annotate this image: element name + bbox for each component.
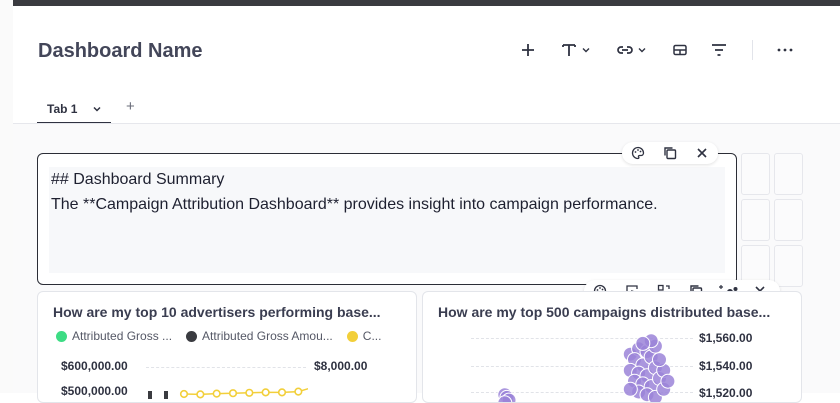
scatter-point[interactable] bbox=[652, 352, 667, 368]
more-icon bbox=[777, 48, 793, 52]
duplicate-button[interactable] bbox=[654, 146, 686, 160]
section-icon bbox=[673, 44, 687, 56]
legend-item[interactable]: Attributed Gross Amou... bbox=[186, 329, 333, 343]
plus-icon bbox=[522, 44, 534, 56]
tab-label: Tab 1 bbox=[47, 102, 78, 116]
close-icon bbox=[697, 148, 707, 158]
legend-item[interactable]: C... bbox=[346, 329, 382, 343]
bar-mark bbox=[164, 391, 168, 399]
style-button[interactable] bbox=[622, 146, 654, 160]
line-point[interactable] bbox=[294, 387, 303, 396]
legend-label: C... bbox=[362, 329, 382, 343]
tab-1[interactable]: Tab 1 bbox=[37, 96, 111, 124]
legend-label: Attributed Gross Amou... bbox=[202, 329, 333, 343]
markdown-heading: ## Dashboard Summary bbox=[51, 171, 225, 188]
palette-icon bbox=[631, 146, 645, 160]
legend-dot bbox=[56, 330, 67, 342]
y-tick-label: $600,000.00 bbox=[61, 359, 128, 373]
text-button[interactable] bbox=[561, 37, 592, 63]
grid-placeholder bbox=[774, 153, 803, 195]
link-icon bbox=[617, 46, 633, 54]
more-button[interactable] bbox=[777, 37, 793, 63]
chart-card-advertisers[interactable]: How are my top 10 advertisers performing… bbox=[37, 291, 417, 403]
add-button[interactable] bbox=[519, 37, 537, 63]
line-chart bbox=[148, 387, 308, 399]
left-gutter bbox=[0, 0, 13, 393]
y-tick-label: $500,000.00 bbox=[61, 384, 128, 398]
duplicate-icon bbox=[664, 147, 677, 160]
legend-dot bbox=[186, 330, 198, 342]
grid-placeholder bbox=[741, 153, 770, 195]
line-point[interactable] bbox=[179, 389, 189, 399]
grid-placeholder bbox=[774, 199, 803, 241]
scatter-point[interactable] bbox=[660, 373, 676, 389]
line-point[interactable] bbox=[228, 389, 238, 398]
line-point[interactable] bbox=[277, 388, 287, 397]
bar-mark bbox=[148, 391, 152, 399]
line-point[interactable] bbox=[196, 390, 205, 399]
chart-card-campaigns[interactable]: How are my top 500 campaigns distributed… bbox=[422, 291, 802, 403]
dashboard-title[interactable]: Dashboard Name bbox=[38, 40, 203, 63]
filter-icon bbox=[712, 44, 726, 56]
text-icon bbox=[562, 44, 576, 56]
legend-dot bbox=[346, 330, 358, 342]
y-tick-label-right: $8,000.00 bbox=[314, 359, 368, 373]
chart-legend: Attributed Gross ... Attributed Gross Am… bbox=[56, 329, 381, 343]
chevron-down-icon bbox=[638, 48, 646, 53]
chevron-down-icon bbox=[582, 48, 590, 53]
window-top-bar bbox=[13, 0, 840, 6]
scatter-point[interactable] bbox=[635, 335, 651, 351]
text-card-toolbar bbox=[622, 142, 718, 164]
toolbar-divider bbox=[752, 40, 753, 60]
add-tab-button[interactable]: + bbox=[126, 98, 135, 115]
line-point[interactable] bbox=[212, 389, 221, 398]
filter-button[interactable] bbox=[711, 37, 727, 63]
section-button[interactable] bbox=[673, 37, 687, 63]
text-card[interactable]: ## Dashboard Summary The **Campaign Attr… bbox=[37, 153, 737, 285]
chevron-down-icon[interactable] bbox=[91, 103, 103, 115]
chart-title[interactable]: How are my top 10 advertisers performing… bbox=[53, 304, 381, 320]
line-point[interactable] bbox=[261, 388, 270, 397]
legend-label: Attributed Gross ... bbox=[72, 329, 173, 343]
markdown-paragraph: The **Campaign Attribution Dashboard** p… bbox=[51, 196, 658, 213]
scatter-point[interactable] bbox=[622, 381, 638, 397]
legend-item[interactable]: Attributed Gross ... bbox=[56, 329, 172, 343]
link-button[interactable] bbox=[616, 37, 648, 63]
scatter-chart bbox=[497, 333, 676, 402]
remove-button[interactable] bbox=[686, 147, 718, 159]
grid-placeholder bbox=[774, 245, 803, 287]
grid-placeholder bbox=[741, 199, 770, 241]
